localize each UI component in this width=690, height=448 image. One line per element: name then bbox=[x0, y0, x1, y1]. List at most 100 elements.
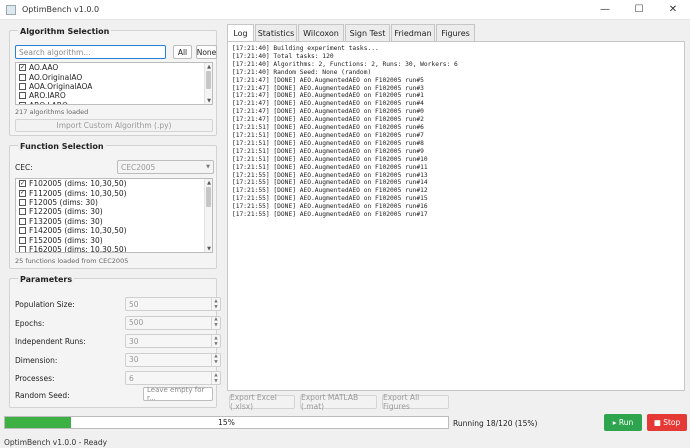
tab-sign-test[interactable]: Sign Test bbox=[345, 24, 390, 41]
close-button[interactable]: ✕ bbox=[656, 0, 690, 20]
algorithm-search-input[interactable]: Search algorithm... bbox=[15, 45, 166, 59]
function-list-scrollbar[interactable]: ▲ ▼ bbox=[204, 179, 212, 252]
checkbox-icon[interactable] bbox=[19, 227, 26, 235]
log-line: [17:21:55] [DONE] AEO.AugmentedAEO on F1… bbox=[232, 171, 428, 179]
spin-arrows[interactable]: ▲ ▼ bbox=[211, 298, 220, 310]
scroll-thumb[interactable] bbox=[206, 71, 211, 89]
scroll-down-arrow-icon[interactable]: ▼ bbox=[205, 97, 212, 104]
parameter-label: Processes: bbox=[15, 374, 55, 383]
window-controls: — ☐ ✕ bbox=[588, 0, 690, 20]
parameter-spinbox[interactable]: 500 ▲ ▼ bbox=[125, 315, 221, 330]
list-item[interactable]: ARO.LARO bbox=[16, 101, 212, 104]
list-item[interactable]: F12005 (dims: 30) bbox=[16, 198, 212, 207]
select-all-button[interactable]: All bbox=[173, 45, 192, 59]
window-title: OptimBench v1.0.0 bbox=[22, 5, 100, 14]
checkbox-checked-icon[interactable]: ✓ bbox=[19, 180, 26, 188]
scroll-thumb[interactable] bbox=[206, 187, 211, 207]
checkbox-icon[interactable] bbox=[19, 245, 26, 252]
export-excel-button[interactable]: Export Excel (.xlsx) bbox=[229, 393, 295, 411]
spin-down-icon[interactable]: ▼ bbox=[212, 304, 220, 310]
export-matlab-button[interactable]: Export MATLAB (.mat) bbox=[300, 393, 377, 411]
checkbox-icon[interactable] bbox=[19, 217, 26, 225]
checkbox-icon[interactable] bbox=[19, 73, 26, 81]
log-line: [17:21:51] [DONE] AEO.AugmentedAEO on F1… bbox=[232, 139, 424, 147]
select-none-button[interactable]: None bbox=[196, 45, 217, 59]
algorithm-list-scrollbar[interactable]: ▲ ▼ bbox=[204, 63, 212, 104]
stop-button[interactable]: ■ Stop bbox=[647, 414, 687, 431]
parameters-title: Parameters bbox=[18, 275, 75, 284]
log-line: [17:21:55] [DONE] AEO.AugmentedAEO on F1… bbox=[232, 211, 428, 219]
tab-wilcoxon[interactable]: Wilcoxon bbox=[298, 24, 344, 41]
cec-select[interactable]: CEC2005 ▼ bbox=[117, 160, 214, 174]
checkbox-checked-icon[interactable]: ✓ bbox=[19, 64, 26, 72]
parameter-value: 500 bbox=[129, 318, 144, 327]
checkbox-icon[interactable] bbox=[19, 198, 26, 206]
list-item-label: F142005 (dims: 10,30,50) bbox=[29, 226, 127, 236]
list-item-label: F132005 (dims: 30) bbox=[29, 216, 103, 226]
tab-log[interactable]: Log bbox=[227, 24, 254, 42]
cec-select-value: CEC2005 bbox=[121, 162, 156, 172]
maximize-button[interactable]: ☐ bbox=[622, 0, 656, 20]
progress-status-text: Running 18/120 (15%) bbox=[453, 419, 538, 428]
import-custom-algorithm-button[interactable]: Import Custom Algorithm (.py) bbox=[15, 119, 213, 132]
checkbox-icon[interactable] bbox=[19, 82, 26, 90]
list-item[interactable]: ARO.IARO bbox=[16, 91, 212, 100]
list-item-label: F12005 (dims: 30) bbox=[29, 197, 98, 207]
parameter-value: 30 bbox=[129, 355, 139, 364]
log-line: [17:21:51] [DONE] AEO.AugmentedAEO on F1… bbox=[232, 147, 424, 155]
list-item[interactable]: F122005 (dims: 30) bbox=[16, 207, 212, 216]
tab-statistics[interactable]: Statistics bbox=[255, 24, 297, 41]
checkbox-icon[interactable] bbox=[19, 208, 26, 216]
spin-down-icon[interactable]: ▼ bbox=[212, 323, 220, 329]
export-all-figures-button[interactable]: Export All Figures bbox=[382, 393, 449, 411]
spin-arrows[interactable]: ▲ ▼ bbox=[211, 335, 220, 347]
parameter-spinbox[interactable]: 30 ▲ ▼ bbox=[125, 352, 221, 367]
log-line: [17:21:55] [DONE] AEO.AugmentedAEO on F1… bbox=[232, 179, 428, 187]
function-list[interactable]: ✓ F102005 (dims: 10,30,50) ✓ F112005 (dims:… bbox=[15, 178, 213, 253]
algorithms-loaded-caption: 217 algorithms loaded bbox=[15, 108, 89, 116]
run-button[interactable]: ▸ Run bbox=[604, 414, 642, 431]
log-line: [17:21:40] Building experiment tasks... bbox=[232, 45, 379, 52]
log-text: [17:21:40] Building experiment tasks...[… bbox=[232, 45, 458, 219]
list-item[interactable]: F132005 (dims: 30) bbox=[16, 217, 212, 226]
list-item-label: F152005 (dims: 30) bbox=[29, 235, 103, 245]
parameter-spinbox[interactable]: 30 ▲ ▼ bbox=[125, 334, 221, 348]
random-seed-input[interactable]: Leave empty for r... bbox=[143, 386, 213, 402]
spin-arrows[interactable]: ▲ ▼ bbox=[211, 353, 220, 366]
parameter-spinbox[interactable]: 6 ▲ ▼ bbox=[125, 371, 221, 385]
scroll-up-arrow-icon[interactable]: ▲ bbox=[205, 179, 212, 186]
checkbox-icon[interactable] bbox=[19, 236, 26, 244]
log-line: [17:21:47] [DONE] AEO.AugmentedAEO on F1… bbox=[232, 76, 424, 84]
parameter-label: Population Size: bbox=[15, 300, 75, 309]
scroll-up-arrow-icon[interactable]: ▲ bbox=[205, 63, 212, 70]
list-item[interactable]: ✓ F102005 (dims: 10,30,50) bbox=[16, 179, 212, 188]
parameters-group: Parameters Population Size: 50 ▲ ▼ Epochs: 50… bbox=[9, 275, 221, 408]
spin-arrows[interactable]: ▲ ▼ bbox=[211, 372, 220, 384]
list-item[interactable]: AO.OriginalAO bbox=[16, 72, 212, 82]
checkbox-icon[interactable] bbox=[19, 101, 26, 104]
log-line: [17:21:47] [DONE] AEO.AugmentedAEO on F1… bbox=[232, 108, 424, 116]
parameter-label: Dimension: bbox=[15, 355, 58, 365]
list-item[interactable]: AOA.OriginalAOA bbox=[16, 82, 212, 91]
list-item[interactable]: ✓ AO.AAO bbox=[16, 63, 212, 72]
list-item[interactable]: F142005 (dims: 10,30,50) bbox=[16, 226, 212, 235]
checkbox-checked-icon[interactable]: ✓ bbox=[19, 189, 26, 197]
functions-loaded-caption: 25 functions loaded from CEC2005 bbox=[15, 257, 129, 265]
spin-down-icon[interactable]: ▼ bbox=[212, 341, 220, 347]
tab-figures[interactable]: Figures bbox=[436, 24, 475, 41]
algorithm-selection-group: Algorithm Selection Search algorithm... … bbox=[9, 27, 217, 136]
spin-arrows[interactable]: ▲ ▼ bbox=[211, 316, 220, 329]
scroll-down-arrow-icon[interactable]: ▼ bbox=[205, 245, 212, 252]
list-item[interactable]: F162005 (dims: 10,30,50) bbox=[16, 245, 212, 252]
list-item[interactable]: ✓ F112005 (dims: 10,30,50) bbox=[16, 188, 212, 198]
minimize-button[interactable]: — bbox=[588, 0, 622, 20]
spin-down-icon[interactable]: ▼ bbox=[212, 360, 220, 366]
algorithm-list[interactable]: ✓ AO.AAO AO.OriginalAO AOA.OriginalAOA ARO.I… bbox=[15, 62, 213, 105]
list-item[interactable]: F152005 (dims: 30) bbox=[16, 235, 212, 245]
parameter-spinbox[interactable]: 50 ▲ ▼ bbox=[125, 297, 221, 311]
checkbox-icon[interactable] bbox=[19, 92, 26, 100]
function-selection-title: Function Selection bbox=[18, 142, 106, 151]
log-line: [17:21:40] Total tasks: 120 bbox=[232, 52, 334, 60]
tab-friedman[interactable]: Friedman bbox=[391, 24, 435, 41]
spin-down-icon[interactable]: ▼ bbox=[212, 378, 220, 384]
